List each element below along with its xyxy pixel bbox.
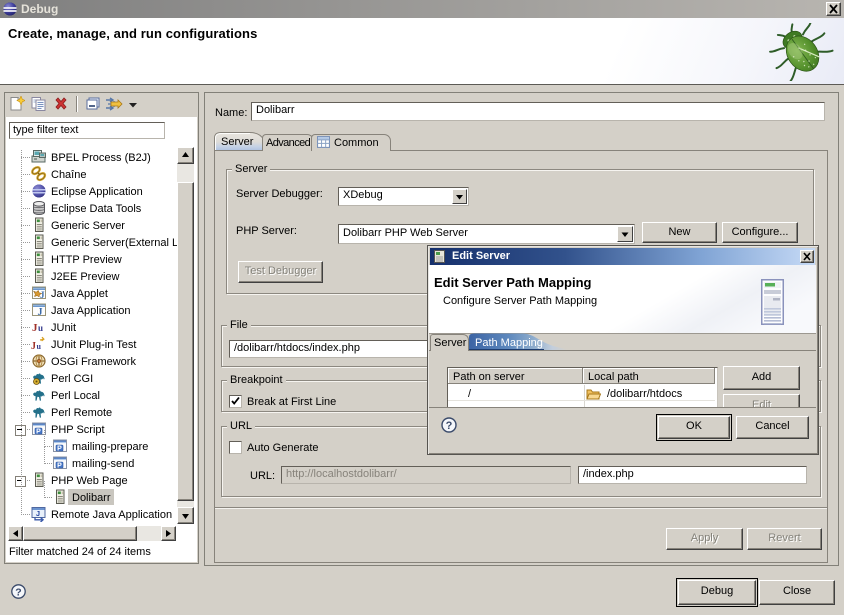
svg-text:J: J bbox=[31, 341, 36, 352]
svg-text:u: u bbox=[37, 342, 42, 351]
svg-text:P: P bbox=[36, 428, 41, 435]
svg-text:J: J bbox=[40, 290, 45, 300]
svg-text:P: P bbox=[57, 462, 62, 469]
svg-text:J: J bbox=[38, 307, 43, 318]
svg-text:u: u bbox=[38, 323, 43, 333]
svg-text:?: ? bbox=[446, 420, 453, 432]
svg-text:?: ? bbox=[15, 587, 21, 599]
svg-text:P: P bbox=[57, 445, 62, 452]
svg-text:J: J bbox=[36, 509, 40, 518]
